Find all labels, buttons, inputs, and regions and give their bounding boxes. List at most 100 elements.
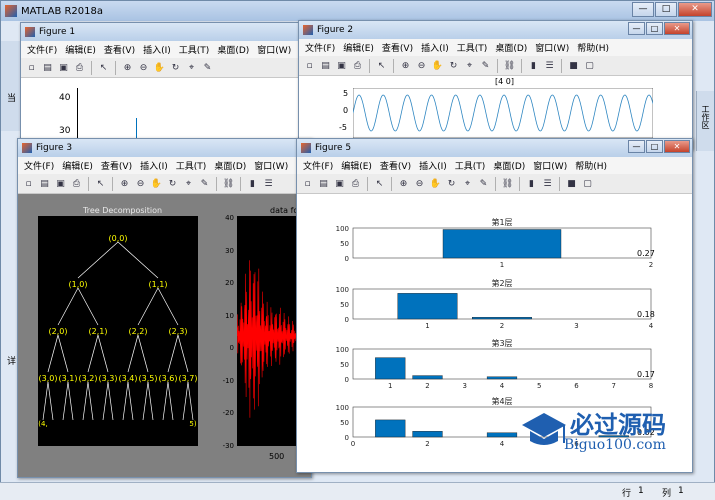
menu-insert[interactable]: 插入(I) bbox=[143, 43, 171, 56]
pointer-icon[interactable]: ↖ bbox=[94, 177, 107, 190]
menu-tools[interactable]: 工具(T) bbox=[179, 43, 210, 56]
menu-desktop[interactable]: 桌面(D) bbox=[495, 41, 527, 54]
pan-icon[interactable]: ✋ bbox=[153, 61, 166, 74]
link-icon[interactable]: ⛓ bbox=[503, 59, 516, 72]
new-figure-icon[interactable]: ▫ bbox=[301, 177, 314, 190]
menu-desktop[interactable]: 桌面(D) bbox=[214, 159, 246, 172]
maximize-button[interactable]: □ bbox=[646, 140, 663, 153]
menu-file[interactable]: 文件(F) bbox=[305, 41, 335, 54]
open-icon[interactable]: ▤ bbox=[317, 177, 330, 190]
rotate-icon[interactable]: ↻ bbox=[169, 61, 182, 74]
menu-view[interactable]: 查看(V) bbox=[101, 159, 132, 172]
pointer-icon[interactable]: ↖ bbox=[373, 177, 386, 190]
data-plot-title: data fo bbox=[270, 206, 299, 215]
zoom-out-icon[interactable]: ⊖ bbox=[134, 177, 147, 190]
rotate-icon[interactable]: ↻ bbox=[166, 177, 179, 190]
print-icon[interactable]: ⎙ bbox=[73, 61, 86, 74]
zoom-out-icon[interactable]: ⊖ bbox=[137, 61, 150, 74]
zoom-in-icon[interactable]: ⊕ bbox=[399, 59, 412, 72]
tree-decomposition-plot[interactable]: (0,0) (1,0) (1,1) (2,0) (2,1) (2,2) (2,3) (3,0)… bbox=[38, 216, 198, 446]
zoom-in-icon[interactable]: ⊕ bbox=[121, 61, 134, 74]
data-cursor-icon[interactable]: ⌖ bbox=[182, 177, 195, 190]
pointer-icon[interactable]: ↖ bbox=[375, 59, 388, 72]
menu-window[interactable]: 窗口(W) bbox=[254, 159, 288, 172]
menu-window[interactable]: 窗口(W) bbox=[535, 41, 569, 54]
menu-window[interactable]: 窗口(W) bbox=[257, 43, 291, 56]
hide-tools-icon[interactable]: ■ bbox=[565, 177, 578, 190]
print-icon[interactable]: ⎙ bbox=[349, 177, 362, 190]
minimize-button[interactable]: — bbox=[628, 140, 645, 153]
menu-tools[interactable]: 工具(T) bbox=[457, 41, 488, 54]
print-icon[interactable]: ⎙ bbox=[351, 59, 364, 72]
close-button[interactable]: ✕ bbox=[678, 2, 712, 17]
save-icon[interactable]: ▣ bbox=[335, 59, 348, 72]
graduation-cap-logo-icon bbox=[522, 413, 566, 445]
minimize-button[interactable]: — bbox=[632, 2, 654, 17]
workspace-tab[interactable]: 工作区 bbox=[696, 91, 714, 151]
new-figure-icon[interactable]: ▫ bbox=[25, 61, 38, 74]
close-button[interactable]: ✕ bbox=[664, 140, 690, 153]
menu-desktop[interactable]: 桌面(D) bbox=[217, 43, 249, 56]
link-icon[interactable]: ⛓ bbox=[501, 177, 514, 190]
pointer-icon[interactable]: ↖ bbox=[97, 61, 110, 74]
link-icon[interactable]: ⛓ bbox=[222, 177, 235, 190]
open-icon[interactable]: ▤ bbox=[319, 59, 332, 72]
maximize-button[interactable]: □ bbox=[655, 2, 677, 17]
menu-help[interactable]: 帮助(H) bbox=[577, 41, 609, 54]
menu-edit[interactable]: 编辑(E) bbox=[62, 159, 93, 172]
menu-edit[interactable]: 编辑(E) bbox=[65, 43, 96, 56]
zoom-in-icon[interactable]: ⊕ bbox=[397, 177, 410, 190]
colorbar-icon[interactable]: ▮ bbox=[525, 177, 538, 190]
menu-file[interactable]: 文件(F) bbox=[27, 43, 57, 56]
menu-insert[interactable]: 插入(I) bbox=[419, 159, 447, 172]
show-tools-icon[interactable]: ▢ bbox=[581, 177, 594, 190]
menu-help[interactable]: 帮助(H) bbox=[575, 159, 607, 172]
colorbar-icon[interactable]: ▮ bbox=[527, 59, 540, 72]
rotate-icon[interactable]: ↻ bbox=[445, 177, 458, 190]
zoom-out-icon[interactable]: ⊖ bbox=[415, 59, 428, 72]
menu-insert[interactable]: 插入(I) bbox=[140, 159, 168, 172]
menu-edit[interactable]: 编辑(E) bbox=[343, 41, 374, 54]
brush-icon[interactable]: ✎ bbox=[201, 61, 214, 74]
menu-view[interactable]: 查看(V) bbox=[380, 159, 411, 172]
save-icon[interactable]: ▣ bbox=[57, 61, 70, 74]
print-icon[interactable]: ⎙ bbox=[70, 177, 83, 190]
menu-desktop[interactable]: 桌面(D) bbox=[493, 159, 525, 172]
menu-view[interactable]: 查看(V) bbox=[104, 43, 135, 56]
minimize-button[interactable]: — bbox=[628, 22, 645, 35]
menu-tools[interactable]: 工具(T) bbox=[176, 159, 207, 172]
menu-file[interactable]: 文件(F) bbox=[303, 159, 333, 172]
new-figure-icon[interactable]: ▫ bbox=[303, 59, 316, 72]
data-cursor-icon[interactable]: ⌖ bbox=[185, 61, 198, 74]
menu-insert[interactable]: 插入(I) bbox=[421, 41, 449, 54]
menu-edit[interactable]: 编辑(E) bbox=[341, 159, 372, 172]
menu-view[interactable]: 查看(V) bbox=[382, 41, 413, 54]
open-icon[interactable]: ▤ bbox=[41, 61, 54, 74]
maximize-button[interactable]: □ bbox=[646, 22, 663, 35]
rotate-icon[interactable]: ↻ bbox=[447, 59, 460, 72]
data-cursor-icon[interactable]: ⌖ bbox=[461, 177, 474, 190]
pan-icon[interactable]: ✋ bbox=[431, 59, 444, 72]
open-icon[interactable]: ▤ bbox=[38, 177, 51, 190]
show-tools-icon[interactable]: ▢ bbox=[583, 59, 596, 72]
brush-icon[interactable]: ✎ bbox=[477, 177, 490, 190]
new-figure-icon[interactable]: ▫ bbox=[22, 177, 35, 190]
legend-icon[interactable]: ☰ bbox=[262, 177, 275, 190]
menu-tools[interactable]: 工具(T) bbox=[455, 159, 486, 172]
save-icon[interactable]: ▣ bbox=[333, 177, 346, 190]
pan-icon[interactable]: ✋ bbox=[150, 177, 163, 190]
legend-icon[interactable]: ☰ bbox=[541, 177, 554, 190]
legend-icon[interactable]: ☰ bbox=[543, 59, 556, 72]
data-cursor-icon[interactable]: ⌖ bbox=[463, 59, 476, 72]
brush-icon[interactable]: ✎ bbox=[479, 59, 492, 72]
hide-tools-icon[interactable]: ■ bbox=[567, 59, 580, 72]
zoom-out-icon[interactable]: ⊖ bbox=[413, 177, 426, 190]
save-icon[interactable]: ▣ bbox=[54, 177, 67, 190]
pan-icon[interactable]: ✋ bbox=[429, 177, 442, 190]
close-button[interactable]: ✕ bbox=[664, 22, 690, 35]
zoom-in-icon[interactable]: ⊕ bbox=[118, 177, 131, 190]
menu-window[interactable]: 窗口(W) bbox=[533, 159, 567, 172]
brush-icon[interactable]: ✎ bbox=[198, 177, 211, 190]
colorbar-icon[interactable]: ▮ bbox=[246, 177, 259, 190]
menu-file[interactable]: 文件(F) bbox=[24, 159, 54, 172]
